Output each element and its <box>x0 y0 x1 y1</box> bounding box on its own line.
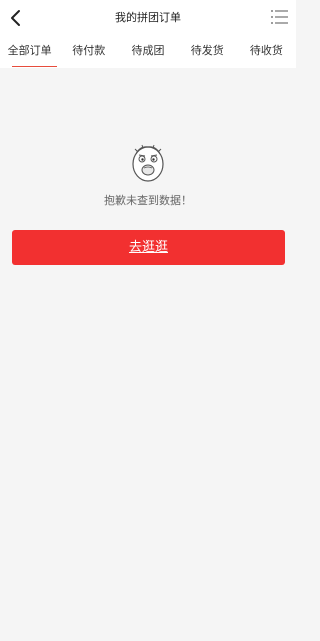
sad-face-icon <box>132 144 164 182</box>
tab-pending-receipt[interactable]: 待收货 <box>237 36 296 68</box>
back-button[interactable] <box>4 6 28 30</box>
chevron-left-icon <box>11 10 20 26</box>
menu-button[interactable] <box>270 7 290 27</box>
empty-message: 抱歉未查到数据！ <box>104 194 192 207</box>
go-shopping-button[interactable]: 去逛逛 <box>12 230 285 265</box>
tab-pending-shipment[interactable]: 待发货 <box>178 36 237 68</box>
tab-all-orders[interactable]: 全部订单 <box>0 36 59 68</box>
empty-state: 抱歉未查到数据！ <box>0 140 296 208</box>
tab-pending-group[interactable]: 待成团 <box>118 36 177 68</box>
list-menu-icon <box>271 10 288 24</box>
order-status-tabs: 全部订单 待付款 待成团 待发货 待收货 <box>0 36 296 68</box>
page-title: 我的拼团订单 <box>115 11 181 24</box>
top-nav-bar: 我的拼团订单 <box>0 0 296 36</box>
tab-pending-payment[interactable]: 待付款 <box>59 36 118 68</box>
